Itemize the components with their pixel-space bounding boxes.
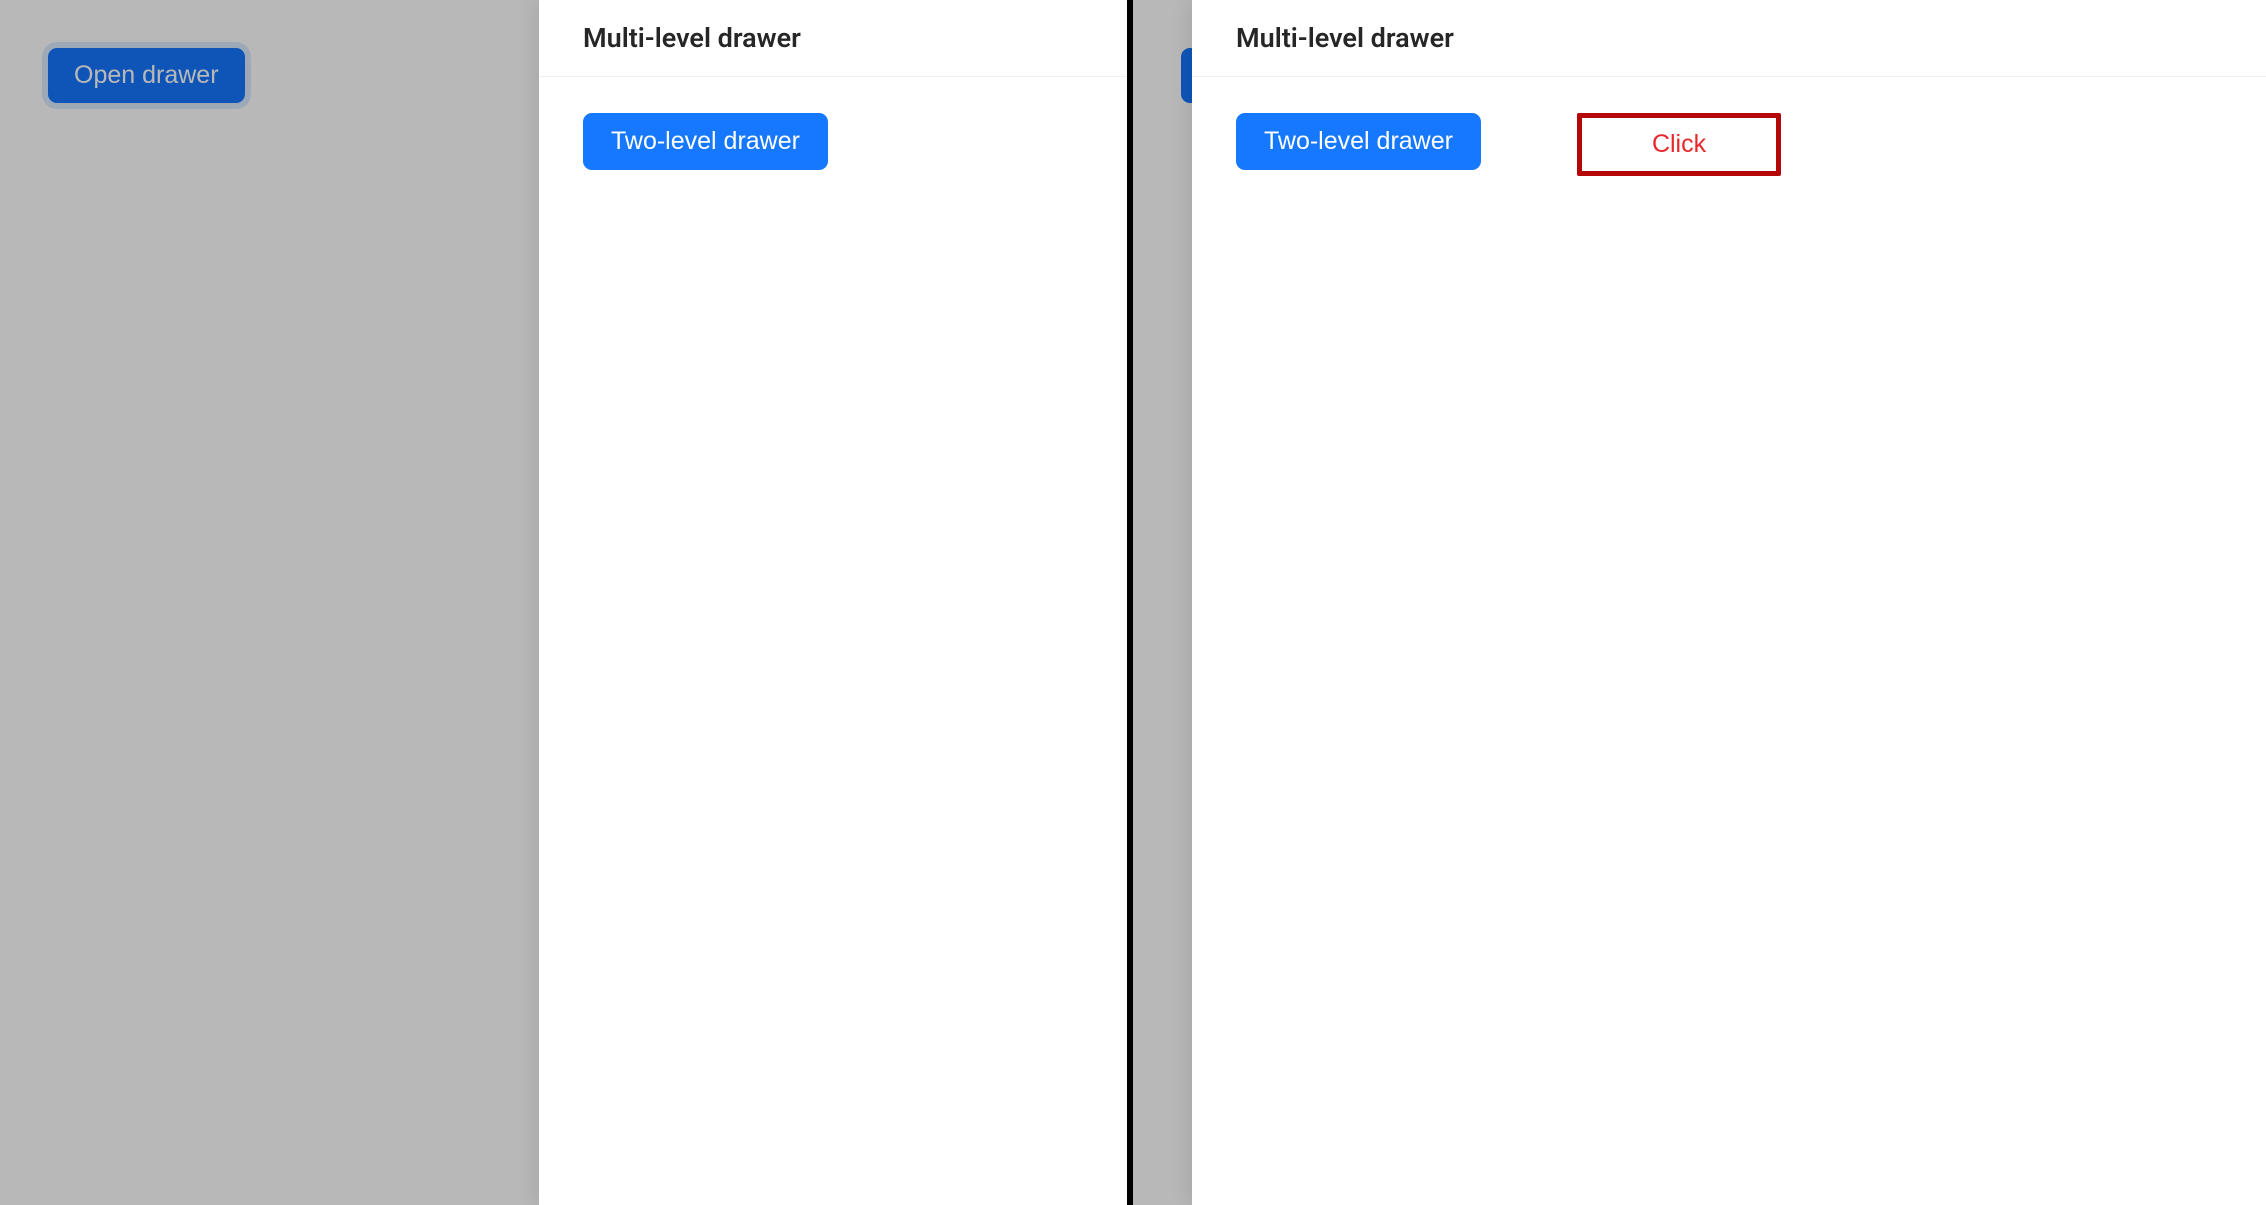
panel-left: Open drawer Multi-level drawer Two-level… xyxy=(0,0,1133,1205)
drawer-left: Multi-level drawer Two-level drawer xyxy=(539,0,1127,1205)
two-level-drawer-button[interactable]: Two-level drawer xyxy=(1236,113,1481,170)
drawer-title-right: Multi-level drawer xyxy=(1236,22,2222,54)
two-level-drawer-button[interactable]: Two-level drawer xyxy=(583,113,828,170)
click-button[interactable]: Click xyxy=(1577,113,1781,176)
drawer-body-left: Two-level drawer xyxy=(539,77,1127,206)
drawer-right: Multi-level drawer Two-level drawer Clic… xyxy=(1192,0,2266,1205)
drawer-body-right: Two-level drawer Click xyxy=(1192,77,2266,212)
drawer-title-left: Multi-level drawer xyxy=(583,22,1083,54)
drawer-header-left: Multi-level drawer xyxy=(539,0,1127,77)
panel-right: Op Multi-level drawer Two-level drawer C… xyxy=(1133,0,2266,1205)
drawer-header-right: Multi-level drawer xyxy=(1192,0,2266,77)
